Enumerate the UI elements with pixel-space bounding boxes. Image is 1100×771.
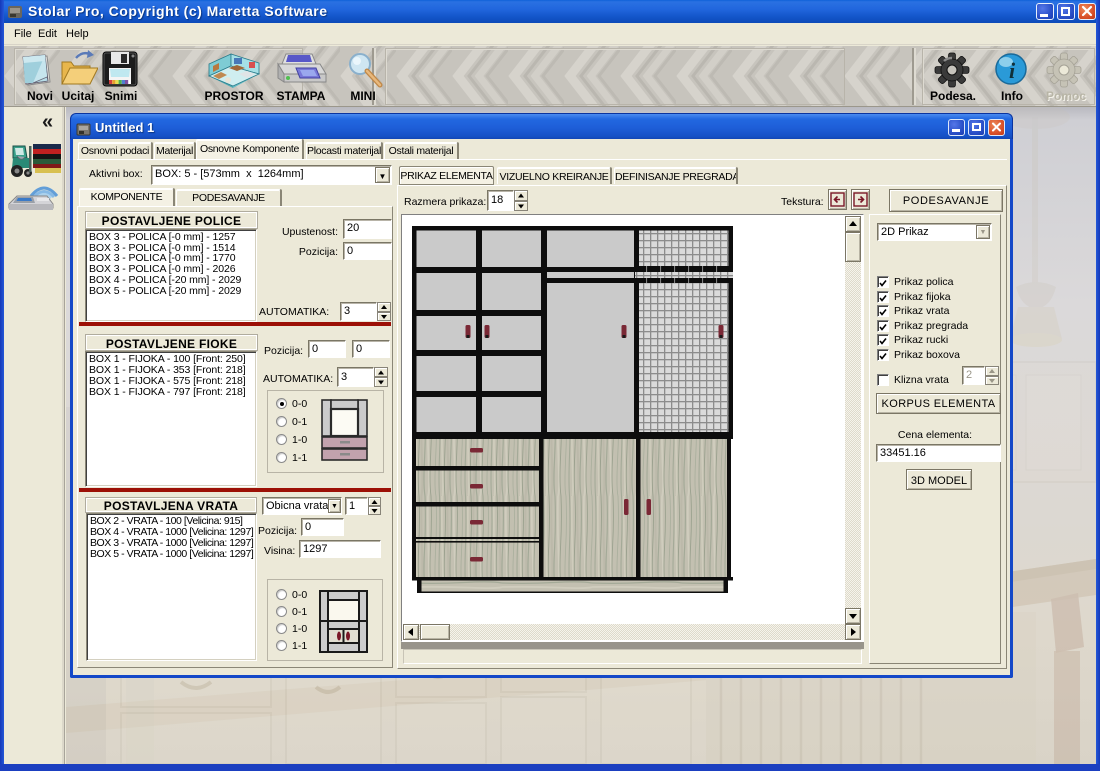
svg-text:i: i bbox=[1009, 58, 1016, 83]
